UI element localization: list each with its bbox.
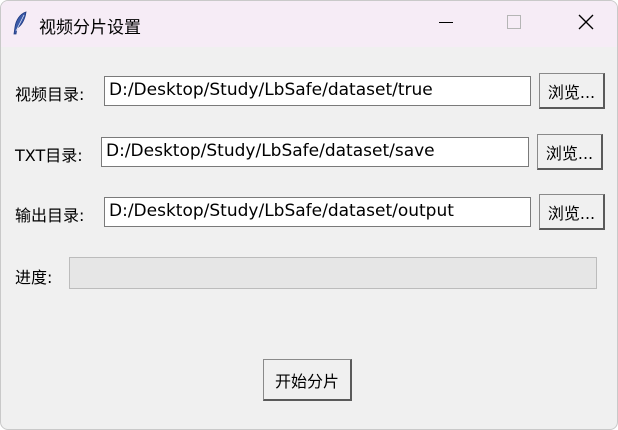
maximize-button[interactable] <box>491 1 537 47</box>
window-title: 视频分片设置 <box>39 18 141 38</box>
txt-dir-input[interactable]: D:/Desktop/Study/LbSafe/dataset/save <box>101 137 529 167</box>
main-window: 视频分片设置 视频目录: D:/Desktop/Study/LbSafe/dat… <box>0 0 618 430</box>
close-icon <box>577 13 595 35</box>
title-bar[interactable]: 视频分片设置 <box>1 1 617 47</box>
minimize-button[interactable] <box>423 1 469 47</box>
txt-dir-browse-button[interactable]: 浏览... <box>537 134 603 170</box>
output-dir-label: 输出目录: <box>15 206 85 225</box>
txt-dir-label: TXT目录: <box>15 146 83 165</box>
start-split-button[interactable]: 开始分片 <box>263 359 352 401</box>
video-dir-input[interactable]: D:/Desktop/Study/LbSafe/dataset/true <box>104 76 531 106</box>
close-button[interactable] <box>563 1 609 47</box>
progress-bar <box>69 257 597 289</box>
video-dir-label: 视频目录: <box>15 85 85 104</box>
output-dir-input[interactable]: D:/Desktop/Study/LbSafe/dataset/output <box>104 197 531 227</box>
minimize-icon <box>438 14 454 34</box>
output-dir-browse-button[interactable]: 浏览... <box>539 194 605 230</box>
maximize-icon <box>506 14 522 34</box>
feather-icon <box>11 11 29 35</box>
progress-label: 进度: <box>15 268 53 287</box>
video-dir-browse-button[interactable]: 浏览... <box>539 73 605 109</box>
